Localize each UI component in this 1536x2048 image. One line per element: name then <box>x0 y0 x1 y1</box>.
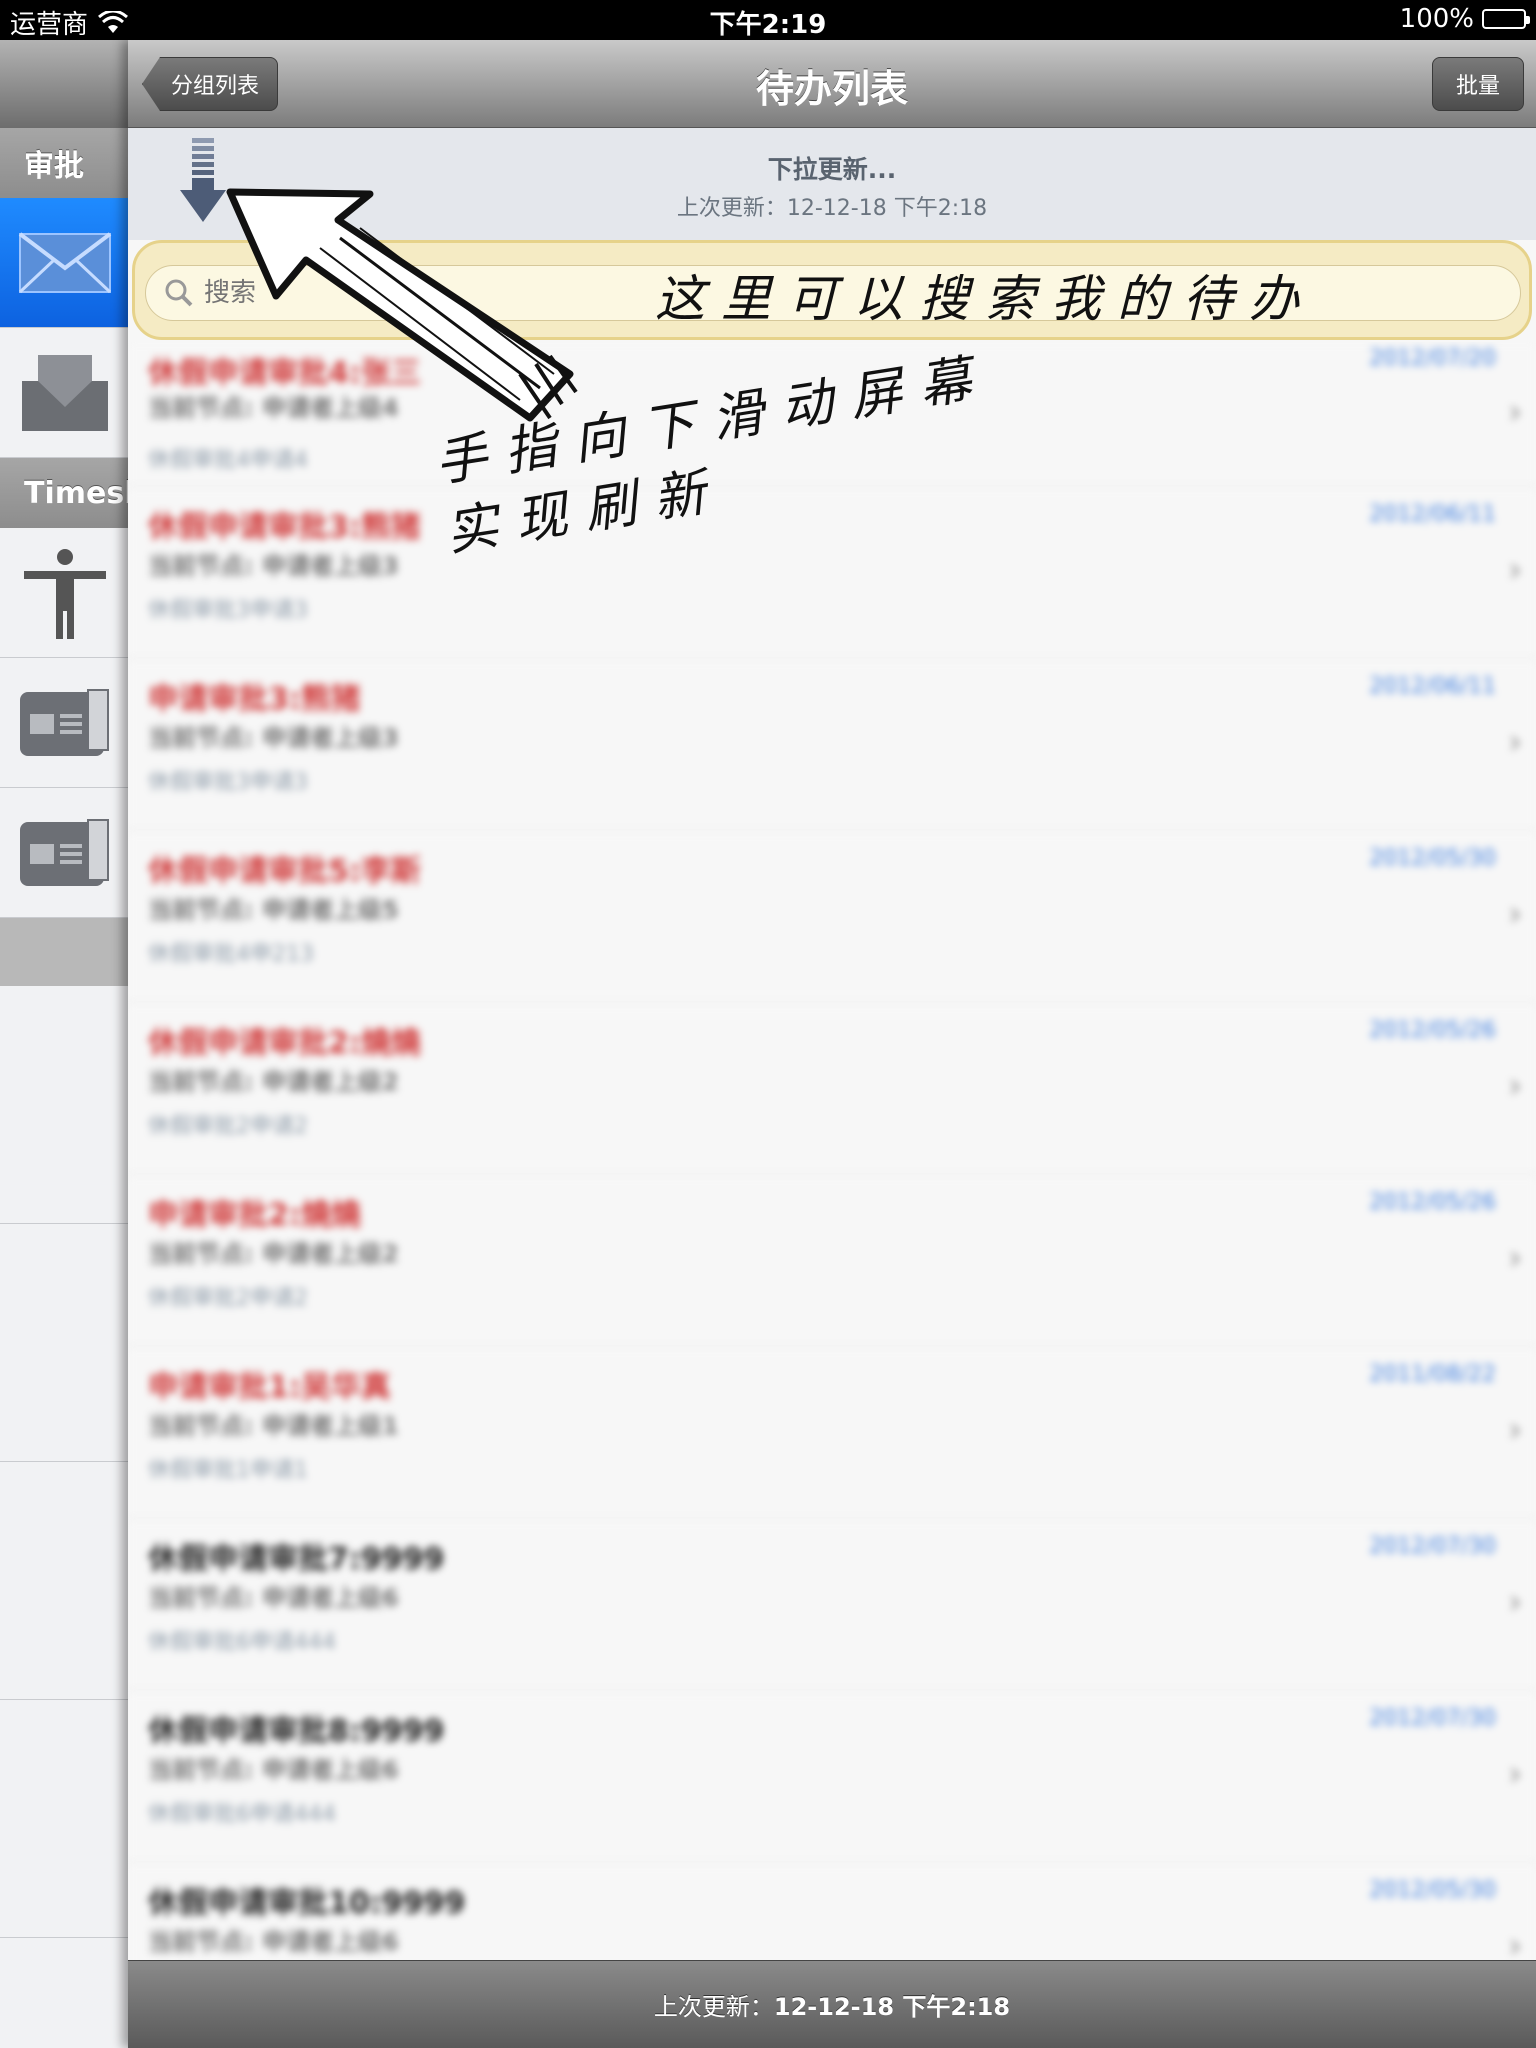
todo-node: 当前节点: 申请者上级1 <box>148 1412 399 1440</box>
footer-last-update-value: 12-12-18 下午2:18 <box>773 1993 1011 2021</box>
table-row[interactable]: 休假申请审批7:9999 当前节点: 申请者上级6 休假审批6申请444 2012/0… <box>128 1520 1536 1692</box>
todo-node: 当前节点: 申请者上级6 <box>148 1584 399 1612</box>
sidebar-empty-row <box>0 1224 130 1462</box>
todo-title: 休假申请审批3:熊猪 <box>148 510 421 545</box>
sidebar-section-timesheet: Timesh <box>0 458 130 528</box>
chevron-right-icon: › <box>1508 894 1522 934</box>
todo-node: 当前节点: 申请者上级5 <box>148 896 399 924</box>
table-row[interactable]: 休假申请审批8:9999 当前节点: 申请者上级6 休假审批6申请444 2012/0… <box>128 1692 1536 1864</box>
todo-description: 休假审批3申请3 <box>148 770 308 795</box>
todo-date: 2012/06/11 <box>1369 502 1496 527</box>
todo-description: 休假审批1申请1 <box>148 1458 308 1483</box>
sidebar-empty-row <box>0 986 130 1224</box>
table-row[interactable]: 休假申请审批10:9999当前节点: 申请者上级6休假审批6申请4442012/… <box>128 1864 1536 1960</box>
sidebar-section-approval: 审批 <box>0 128 130 198</box>
todo-title: 休假申请审批7:9999 <box>148 1542 445 1577</box>
todo-node: 当前节点: 申请者上级6 <box>148 1928 399 1956</box>
table-row[interactable]: 申请审批2:燒燒当前节点: 申请者上级2 休假审批2申请2 2012/05/26 › <box>128 1176 1536 1348</box>
todo-title: 申请审批1:吴华真 <box>148 1370 391 1405</box>
todo-title: 休假申请审批5:李斯 <box>148 854 421 889</box>
newspaper-icon <box>20 818 109 886</box>
chevron-right-icon: › <box>1508 1926 1522 1960</box>
chevron-right-icon: › <box>1508 1410 1522 1450</box>
todo-description: 休假审批4申请4 <box>148 448 308 473</box>
page-title: 待办列表 <box>755 67 908 111</box>
sidebar-item-news-1[interactable] <box>0 658 130 788</box>
todo-title: 休假申请审批2:燒燒 <box>148 1026 421 1061</box>
table-row[interactable]: 休假申请审批2:燒燒当前节点: 申请者上级2 休假审批2申请2 2012/05/26… <box>128 1004 1536 1176</box>
todo-node: 当前节点: 申请者上级2 <box>148 1240 399 1268</box>
todo-description: 休假审批6申请444 <box>148 1802 336 1827</box>
sidebar-toolbar <box>0 40 130 128</box>
newspaper-icon <box>20 688 109 756</box>
todo-description: 休假审批3申请3 <box>148 598 308 623</box>
todo-node: 当前节点: 申请者上级2 <box>148 1068 399 1096</box>
todo-date: 2012/05/30 <box>1369 846 1496 871</box>
chevron-right-icon: › <box>1508 1238 1522 1278</box>
todo-date: 2012/05/26 <box>1369 1018 1496 1043</box>
status-bar: 运营商 下午2:19 100% <box>0 0 1536 40</box>
inbox-tray-icon <box>22 354 108 431</box>
todo-node: 当前节点: 申请者上级6 <box>148 1756 399 1784</box>
battery: 100% <box>1399 4 1530 34</box>
navigation-bar: 分组列表 待办列表 批量 <box>128 40 1536 128</box>
chevron-right-icon: › <box>1508 722 1522 762</box>
mail-icon <box>18 231 112 293</box>
todo-title: 申请审批3:熊猪 <box>148 682 361 717</box>
sidebar: 审批 Timesh <box>0 40 130 2048</box>
todo-date: 2012/06/11 <box>1369 674 1496 699</box>
sidebar-item-news-2[interactable] <box>0 788 130 918</box>
chevron-right-icon: › <box>1508 392 1522 432</box>
clock: 下午2:19 <box>709 10 827 40</box>
table-row[interactable]: 休假申请审批3:熊猪当前节点: 申请者上级3 休假审批3申请3 2012/06/11… <box>128 488 1536 660</box>
table-row[interactable]: 申请审批1:吴华真当前节点: 申请者上级1 休假审批1申请1 2011/08/22 › <box>128 1348 1536 1520</box>
sidebar-section-empty <box>0 918 130 986</box>
todo-description: 休假审批6申请444 <box>148 1630 336 1655</box>
sidebar-item-inbox[interactable] <box>0 328 130 458</box>
todo-description: 休假审批2申请2 <box>148 1286 308 1311</box>
person-icon <box>24 548 106 639</box>
todo-node: 当前节点: 申请者上级3 <box>148 552 399 580</box>
todo-date: 2012/05/30 <box>1369 1878 1496 1903</box>
todo-description: 休假审批4申213 <box>148 942 314 967</box>
sidebar-item-person[interactable] <box>0 528 130 658</box>
annotation-arrow-icon <box>226 188 578 422</box>
todo-title: 休假申请审批10:9999 <box>148 1886 466 1921</box>
table-row[interactable]: 申请审批3:熊猪当前节点: 申请者上级3 休假审批3申请3 2012/06/11 › <box>128 660 1536 832</box>
battery-icon <box>1482 9 1530 29</box>
todo-title: 休假申请审批8:9999 <box>148 1714 445 1749</box>
todo-description: 休假审批2申请2 <box>148 1114 308 1139</box>
footer-bar: 上次更新： 12-12-18 下午2:18 <box>128 1960 1536 2048</box>
chevron-right-icon: › <box>1508 1754 1522 1794</box>
batch-button[interactable]: 批量 <box>1432 57 1524 111</box>
todo-date: 2012/07/30 <box>1369 1534 1496 1559</box>
todo-title: 申请审批2:燒燒 <box>148 1198 361 1233</box>
search-annotation: 这里可以搜索我的待办 <box>655 270 1315 328</box>
todo-date: 2012/07/30 <box>1369 1706 1496 1731</box>
chevron-right-icon: › <box>1508 1066 1522 1106</box>
todo-date: 2012/05/26 <box>1369 1190 1496 1215</box>
todo-node: 当前节点: 申请者上级3 <box>148 724 399 752</box>
sidebar-item-mail[interactable] <box>0 198 130 328</box>
battery-percent: 100% <box>1399 4 1474 34</box>
todo-list: 休假申请审批4:张三 当前节点: 申请者上级4 休假审批4申请4 2012/07/20… <box>128 342 1536 1960</box>
todo-date: 2011/08/22 <box>1369 1362 1496 1387</box>
sidebar-empty-row <box>0 1700 130 1938</box>
footer-last-update-label: 上次更新： <box>653 1993 774 2021</box>
chevron-right-icon: › <box>1508 550 1522 590</box>
chevron-right-icon: › <box>1508 1582 1522 1622</box>
table-row[interactable]: 休假申请审批5:李斯当前节点: 申请者上级5 休假审批4申213 2012/05/3… <box>128 832 1536 1004</box>
sidebar-empty-row <box>0 1462 130 1700</box>
todo-date: 2012/07/20 <box>1369 346 1496 371</box>
search-icon <box>165 279 193 307</box>
